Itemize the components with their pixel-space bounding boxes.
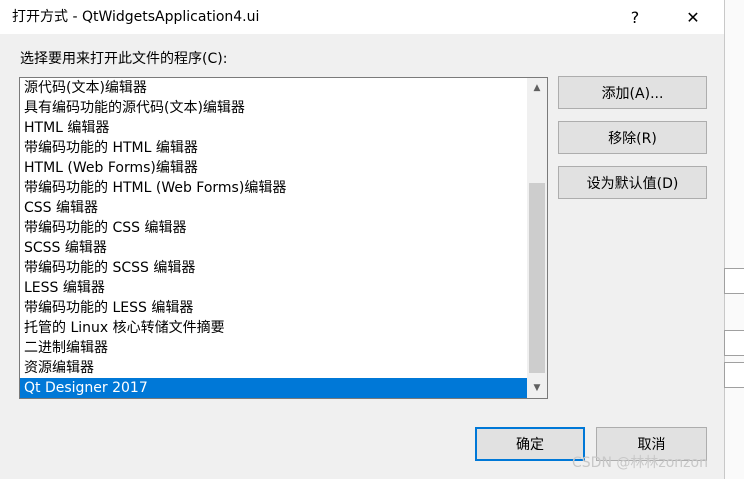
program-list-item[interactable]: 带编码功能的 CSS 编辑器: [20, 218, 527, 238]
program-list-item[interactable]: LESS 编辑器: [20, 278, 527, 298]
remove-button[interactable]: 移除(R): [558, 121, 707, 154]
program-list-item[interactable]: HTML 编辑器: [20, 118, 527, 138]
program-list-label: 选择要用来打开此文件的程序(C):: [20, 51, 228, 67]
help-button[interactable]: ?: [612, 0, 658, 34]
background-window: [724, 0, 744, 479]
program-list-item[interactable]: 具有编码功能的源代码(文本)编辑器: [20, 98, 527, 118]
program-list-item[interactable]: 带编码功能的 SCSS 编辑器: [20, 258, 527, 278]
program-list-item[interactable]: 资源编辑器: [20, 358, 527, 378]
chevron-down-icon[interactable]: ▼: [527, 378, 547, 398]
chevron-up-icon[interactable]: ▲: [527, 78, 547, 98]
add-button[interactable]: 添加(A)...: [558, 76, 707, 109]
title-bar: 打开方式 - QtWidgetsApplication4.ui ? ✕: [0, 0, 724, 34]
program-list-item[interactable]: Qt Designer 2017: [20, 378, 527, 398]
program-list-item[interactable]: CSS 编辑器: [20, 198, 527, 218]
program-list-item[interactable]: 源代码(文本)编辑器: [20, 78, 527, 98]
program-list-item[interactable]: 带编码功能的 HTML 编辑器: [20, 138, 527, 158]
program-list-item[interactable]: HTML (Web Forms)编辑器: [20, 158, 527, 178]
watermark: CSDN @林林zonzon: [572, 455, 708, 471]
program-listbox[interactable]: 源代码(文本)编辑器 具有编码功能的源代码(文本)编辑器 HTML 编辑器 带编码功能…: [19, 77, 548, 399]
background-field: [724, 330, 744, 356]
scrollbar-thumb[interactable]: [529, 183, 545, 373]
close-button[interactable]: ✕: [670, 0, 716, 34]
program-list[interactable]: 源代码(文本)编辑器 具有编码功能的源代码(文本)编辑器 HTML 编辑器 带编码功能…: [20, 78, 527, 398]
program-list-item[interactable]: 托管的 Linux 核心转储文件摘要: [20, 318, 527, 338]
program-list-item[interactable]: 二进制编辑器: [20, 338, 527, 358]
program-list-item[interactable]: SCSS 编辑器: [20, 238, 527, 258]
background-field: [724, 268, 744, 294]
set-default-button[interactable]: 设为默认值(D): [558, 166, 707, 199]
program-list-item[interactable]: 带编码功能的 LESS 编辑器: [20, 298, 527, 318]
ok-button[interactable]: 确定: [475, 427, 585, 461]
background-field: [724, 362, 744, 388]
window-title: 打开方式 - QtWidgetsApplication4.ui: [12, 9, 260, 25]
vertical-scrollbar[interactable]: ▲ ▼: [527, 78, 547, 398]
dialog-body: 选择要用来打开此文件的程序(C): 源代码(文本)编辑器 具有编码功能的源代码(文…: [0, 34, 724, 479]
program-list-item[interactable]: 带编码功能的 HTML (Web Forms)编辑器: [20, 178, 527, 198]
